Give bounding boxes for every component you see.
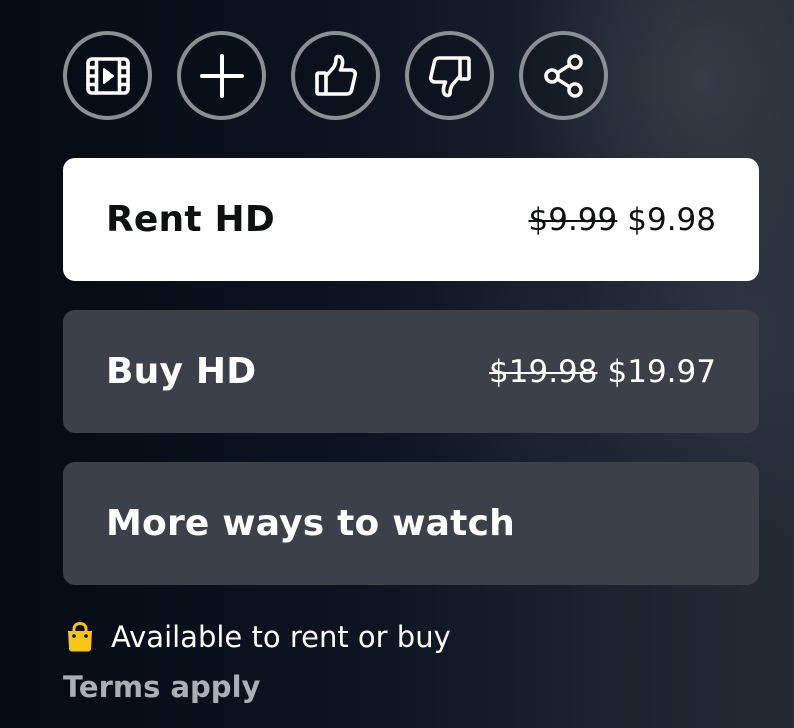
- thumbs-down-icon: [428, 55, 471, 97]
- rent-hd-button[interactable]: Rent HD $9.99 $9.98: [63, 158, 759, 281]
- buy-hd-button[interactable]: Buy HD $19.98 $19.97: [63, 310, 759, 433]
- more-ways-label: More ways to watch: [106, 503, 515, 544]
- shopping-bag-icon: [63, 620, 97, 654]
- buy-label: Buy HD: [106, 351, 257, 392]
- add-to-watchlist-button[interactable]: [177, 31, 266, 120]
- buy-price: $19.98 $19.97: [489, 354, 716, 390]
- plus-icon: [199, 53, 244, 98]
- rent-sale-price: $9.98: [627, 201, 716, 238]
- action-icon-row: [63, 31, 608, 120]
- like-button[interactable]: [291, 31, 380, 120]
- rent-original-price: $9.99: [528, 201, 618, 238]
- buy-original-price: $19.98: [489, 353, 598, 390]
- share-button[interactable]: [519, 31, 608, 120]
- buy-sale-price: $19.97: [607, 353, 716, 390]
- availability-note: Available to rent or buy: [63, 620, 451, 654]
- purchase-panel: Rent HD $9.99 $9.98 Buy HD $19.98 $19.97 M…: [0, 0, 794, 728]
- share-icon: [543, 53, 583, 98]
- terms-apply-link[interactable]: Terms apply: [63, 670, 260, 704]
- rent-price: $9.99 $9.98: [529, 202, 717, 238]
- thumbs-up-icon: [314, 54, 357, 96]
- film-icon: [85, 56, 130, 95]
- dislike-button[interactable]: [405, 31, 494, 120]
- availability-text: Available to rent or buy: [111, 620, 451, 654]
- trailer-button[interactable]: [63, 31, 152, 120]
- rent-label: Rent HD: [106, 199, 275, 240]
- more-ways-to-watch-button[interactable]: More ways to watch: [63, 462, 759, 585]
